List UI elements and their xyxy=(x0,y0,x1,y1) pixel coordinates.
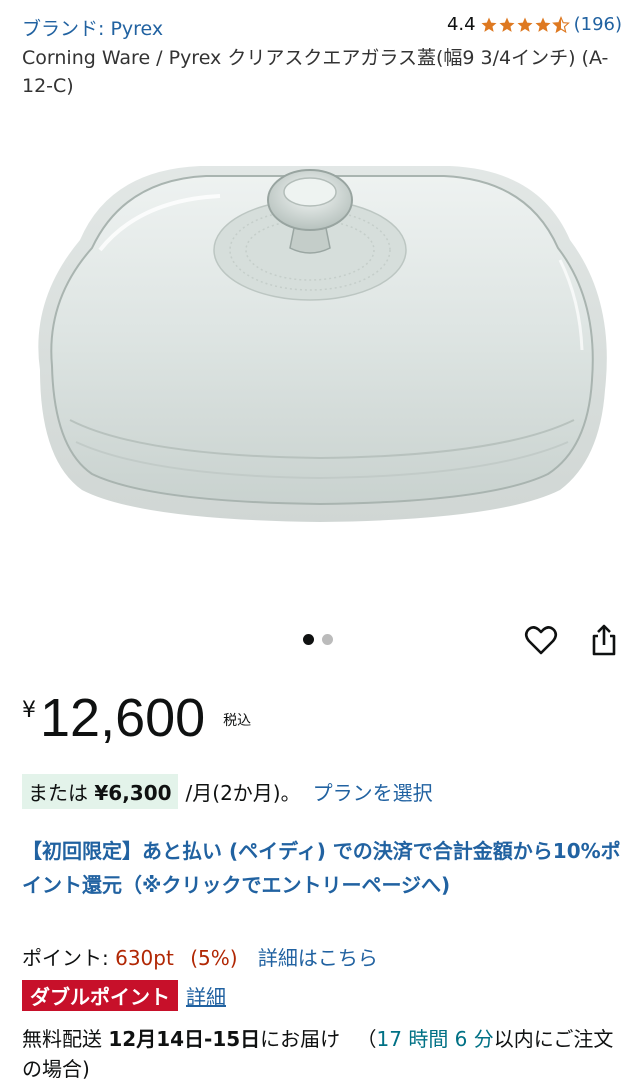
rating-value: 4.4 xyxy=(446,14,476,35)
currency-symbol: ¥ xyxy=(22,698,36,723)
delivery-dates: 12月14日-15日 xyxy=(108,1027,261,1051)
heart-icon[interactable] xyxy=(523,622,559,658)
star-icon xyxy=(517,17,533,32)
points-label: ポイント: xyxy=(22,946,109,970)
points-details-link[interactable]: 詳細はこちら xyxy=(258,946,378,970)
select-plan-link[interactable]: プランを選択 xyxy=(313,777,433,806)
review-count-link[interactable]: (196) xyxy=(574,14,622,35)
star-icon xyxy=(499,17,515,32)
double-points-row: ダブルポイント 詳細 xyxy=(22,980,226,1011)
double-points-badge: ダブルポイント xyxy=(22,980,178,1011)
carousel-dot-active[interactable] xyxy=(303,634,314,645)
installment-prefix: または xyxy=(28,781,88,805)
delivery-prefix: 無料配送 xyxy=(22,1027,102,1051)
installment-highlight: または ¥6,300 xyxy=(22,774,178,809)
product-title: Corning Ware / Pyrex クリアスクエアガラス蓋(幅9 3/4イ… xyxy=(22,47,609,97)
tax-label: 税込 xyxy=(223,713,252,729)
delivery-info: 無料配送 12月14日-15日にお届け （17 時間 6 分以内にご注文の場合) xyxy=(22,1024,632,1084)
points-value: 630pt xyxy=(115,946,174,970)
points-row: ポイント: 630pt (5%) 詳細はこちら xyxy=(22,942,378,971)
installment-suffix: /月(2か月)。 xyxy=(185,781,301,805)
carousel-dot[interactable] xyxy=(322,634,333,645)
installment-amount: ¥6,300 xyxy=(94,781,172,805)
star-rating xyxy=(480,15,570,34)
star-icon xyxy=(481,17,497,32)
double-points-details-link[interactable]: 詳細 xyxy=(186,981,226,1010)
delivery-countdown: 17 時間 6 分 xyxy=(376,1027,494,1051)
brand-link[interactable]: ブランド: Pyrex xyxy=(22,14,163,41)
product-image[interactable] xyxy=(0,130,644,610)
price-block: ¥ 12,600 税込 xyxy=(22,686,251,750)
star-icon xyxy=(535,17,551,32)
rating-summary[interactable]: 4.4 (196) xyxy=(447,14,622,35)
share-icon[interactable] xyxy=(586,622,622,658)
carousel-dots[interactable] xyxy=(303,634,333,645)
points-percent: (5%) xyxy=(190,946,238,970)
price-amount: 12,600 xyxy=(40,688,206,748)
installment-row: または ¥6,300 /月(2か月)。 プランを選択 xyxy=(22,774,433,809)
delivery-open-paren: （ xyxy=(356,1027,377,1051)
half-star-icon xyxy=(551,15,570,33)
delivery-middle: にお届け xyxy=(260,1027,341,1051)
paidy-promo-link[interactable]: 【初回限定】あと払い (ペイディ) での決済で合計金額から10%ポイント還元（※… xyxy=(22,834,628,902)
